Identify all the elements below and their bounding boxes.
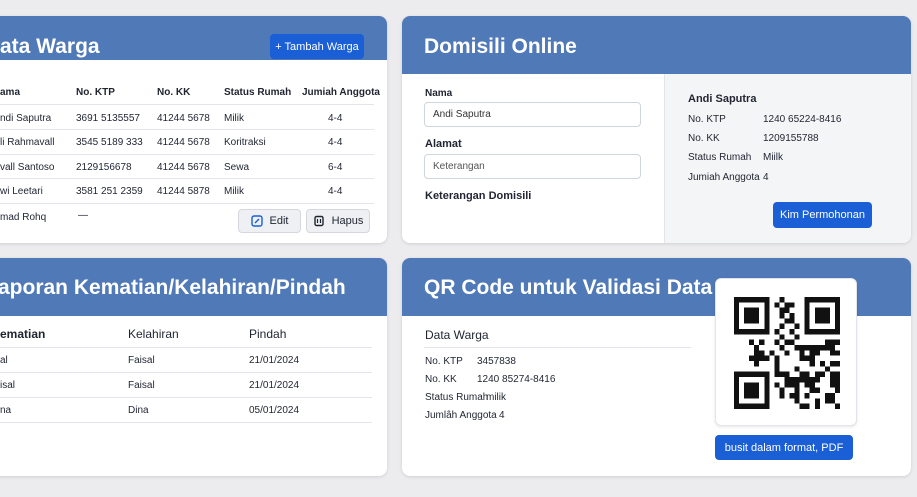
qr-key: Jumlâh Anggota [425, 410, 497, 421]
qr-value: milik [486, 392, 506, 403]
info-value: 1209155788 [763, 133, 819, 144]
table-row-cell: 4-4 [328, 113, 343, 124]
table-row-cell: 3691 5135557 [76, 113, 140, 124]
table-row-cell: 2129156678 [76, 162, 132, 173]
table-row-cell: Milik [224, 186, 244, 197]
info-key: Status Rumah [688, 152, 752, 163]
table-row-cell: Faisal [128, 380, 155, 391]
col-header-ktp: No. KTP [76, 87, 115, 98]
info-key: No. KK [688, 133, 720, 144]
alamat-field[interactable]: Keterangan [424, 154, 641, 179]
table-row-cell: Faisal [128, 355, 155, 366]
qr-title: QR Code untuk Validasi Data [424, 276, 713, 299]
table-row-cell: 3581 251 2359 [76, 186, 143, 197]
qr-value: 3457838 [477, 356, 516, 367]
edit-label: Edit [269, 215, 289, 227]
table-row-cell: 4-4 [328, 186, 343, 197]
table-row-cell: 05/01/2024 [249, 405, 300, 416]
table-row-cell: ndi Saputra [0, 113, 52, 124]
table-row-cell: Sewa [224, 162, 250, 173]
nama-label: Nama [425, 88, 453, 99]
delete-icon [313, 215, 324, 227]
table-row-cell: Milik [224, 113, 244, 124]
table-row-cell: 41244 5678 [157, 113, 210, 124]
hapus-label: Hapus [331, 215, 364, 227]
qr-key: Status Rumah [425, 392, 489, 403]
info-value: Miilk [763, 152, 783, 163]
qr-code-frame [715, 278, 857, 426]
tambah-warga-button[interactable]: + Tambah Warga [270, 34, 364, 59]
table-row-cell: 41244 5678 [157, 162, 210, 173]
qr-key: No. KK [425, 374, 457, 385]
info-value: 4 [763, 172, 769, 183]
table-row-cell: mad Rohq [0, 212, 47, 223]
table-row-cell: li Rahmavall [0, 137, 55, 148]
table-row-cell: 41244 5878 [157, 186, 210, 197]
table-row-cell: wi Leetari [0, 186, 43, 197]
qr-card: QR Code untuk Validasi Data Data Warga N… [402, 258, 911, 476]
domisili-title: Domisili Online [424, 35, 577, 58]
keterangan-label: Keterangan Domisili [425, 190, 532, 202]
qr-section-label: Data Warga [425, 328, 489, 342]
col-header-pindah: Pindah [249, 327, 287, 341]
table-row-cell: na [0, 405, 12, 416]
data-warga-title: ata Warga [0, 35, 100, 58]
edit-button[interactable]: Edit [238, 209, 301, 233]
unduh-pdf-button[interactable]: busit dalam format, PDF [715, 435, 853, 460]
hapus-button[interactable]: Hapus [306, 209, 370, 233]
data-warga-card: ata Warga + Tambah Warga ama No. KTP No.… [0, 16, 387, 243]
nama-field[interactable]: Andi Saputra [424, 102, 641, 127]
col-header-kematian: ematian [0, 327, 46, 341]
laporan-card: aporan Kematian/Kelahiran/Pindah ematian… [0, 258, 387, 476]
laporan-title: aporan Kematian/Kelahiran/Pindah [0, 276, 346, 299]
table-row-cell: vall Santoso [0, 162, 55, 173]
table-row-cell: 41244 5678 [157, 137, 210, 148]
edit-icon [250, 215, 263, 227]
table-row-cell: al [0, 355, 8, 366]
qr-value: 4 [499, 410, 505, 421]
col-header-status: Status Rumah [224, 87, 292, 98]
kirim-permohonan-button[interactable]: Kim Permohonan [773, 202, 872, 228]
table-row-cell: — [78, 210, 88, 221]
col-header-kelahiran: Kelahiran [128, 327, 179, 341]
col-header-nama: ama [0, 87, 21, 98]
qr-value: 1240 85274-8416 [477, 374, 556, 385]
info-value: 1240 65224-8416 [763, 114, 842, 125]
domisili-card: Domisili Online Nama Andi Saputra Alamat… [402, 16, 911, 243]
qr-code-icon [734, 297, 840, 409]
table-row-cell: Koritraksi [224, 137, 266, 148]
table-row-cell: 4-4 [328, 137, 343, 148]
info-name: Andi Saputra [688, 93, 757, 105]
alamat-label: Alamat [425, 138, 462, 150]
table-row-cell: 3545 5189 333 [76, 137, 143, 148]
col-header-kk: No. KK [157, 87, 191, 98]
table-row-cell: 21/01/2024 [249, 355, 300, 366]
info-key: Jumiah Anggota [688, 172, 760, 183]
table-row-cell: 21/01/2024 [249, 380, 300, 391]
info-key: No. KTP [688, 114, 726, 125]
table-row-cell: Dina [128, 405, 149, 416]
qr-key: No. KTP [425, 356, 463, 367]
table-row-cell: isal [0, 380, 16, 391]
col-header-anggota: Jumiah Anggota [302, 87, 380, 98]
table-row-cell: 6-4 [328, 162, 343, 173]
